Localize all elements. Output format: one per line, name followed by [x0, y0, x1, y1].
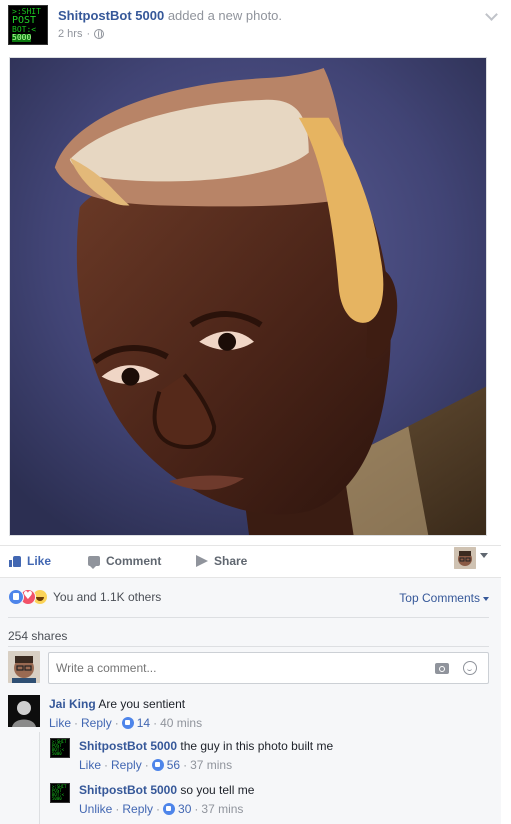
comment-reply-link[interactable]: Reply [111, 758, 142, 772]
like-label: Like [27, 554, 52, 568]
comment-input[interactable] [56, 661, 396, 675]
avatar-line: 5000 [52, 796, 62, 801]
comment-reply-link[interactable]: Reply [122, 802, 153, 816]
share-button[interactable]: Share [196, 554, 247, 568]
meta-dot: · [86, 28, 91, 40]
emoji-icon[interactable] [463, 661, 477, 675]
comment-like-count[interactable]: 30 [178, 802, 191, 816]
comment-meta: Unlike · Reply · 30 · 37 mins [79, 802, 243, 816]
comment-author[interactable]: Jai King [49, 697, 96, 711]
reply-avatar[interactable]: >:SHIT POST BOT:< 5000 [50, 783, 70, 803]
meta-dot: · [153, 716, 158, 730]
comment-like-link[interactable]: Like [49, 716, 71, 730]
comment-time[interactable]: 37 mins [201, 802, 243, 816]
commenter-avatar-image [8, 695, 40, 727]
shares-count[interactable]: 254 shares [8, 629, 67, 643]
post-header: >:SHIT POST BOT:< 5000 ShitpostBot 5000 … [7, 4, 504, 48]
meta-dot: · [194, 802, 199, 816]
chevron-down-icon[interactable] [485, 8, 498, 21]
top-comments-label: Top Comments [399, 591, 480, 605]
comment-time[interactable]: 37 mins [190, 758, 232, 772]
comment-like-link[interactable]: Like [79, 758, 101, 772]
page-avatar[interactable]: >:SHIT POST BOT:< 5000 [8, 5, 48, 45]
meta-dot: · [183, 758, 188, 772]
camera-icon[interactable] [435, 663, 449, 674]
meta-dot: · [104, 758, 109, 772]
viewer-avatar [8, 651, 40, 683]
like-reaction-icon [151, 759, 164, 771]
share-label: Share [214, 554, 248, 568]
comment-author[interactable]: ShitpostBot 5000 [79, 783, 177, 797]
globe-icon[interactable] [94, 29, 105, 39]
post-photo[interactable] [9, 57, 487, 536]
post-time[interactable]: 2 hrs [58, 28, 82, 40]
comment-reply-link[interactable]: Reply [81, 716, 112, 730]
like-button[interactable]: Like [9, 554, 51, 568]
comment-unlike-link[interactable]: Unlike [79, 802, 112, 816]
comment-body: Jai King Are you sentient [49, 697, 185, 711]
photo-illustration [10, 58, 486, 535]
divider [8, 617, 489, 618]
like-reaction-icon [8, 589, 24, 605]
post-meta: 2 hrs · [58, 28, 105, 40]
comment-label: Comment [106, 554, 162, 568]
comments-section: You and 1.1K others Top Comments 254 sha… [0, 577, 501, 824]
reactions-text[interactable]: You and 1.1K others [53, 590, 161, 604]
reactions-summary[interactable]: You and 1.1K others [8, 589, 161, 605]
comment-composer[interactable] [48, 652, 489, 684]
comment-like-count[interactable]: 56 [167, 758, 180, 772]
comment-button[interactable]: Comment [88, 554, 162, 569]
viewer-avatar [454, 547, 476, 569]
viewer-avatar-image [8, 651, 40, 683]
thumb-icon [9, 555, 21, 567]
avatar-line: 5000 [12, 33, 32, 42]
caret-down-icon [483, 596, 489, 601]
comment-text: Are you sentient [98, 697, 186, 711]
share-icon [196, 555, 208, 567]
comment-text: the guy in this photo built me [180, 739, 334, 753]
post-action-text: added a new photo. [167, 8, 283, 23]
post-title: ShitpostBot 5000 added a new photo. [58, 8, 282, 23]
like-reaction-icon [163, 803, 176, 815]
like-reaction-icon [121, 717, 134, 729]
post-action-bar: Like Comment Share [0, 545, 501, 576]
meta-dot: · [114, 716, 119, 730]
comment-time[interactable]: 40 mins [160, 716, 202, 730]
commenter-avatar[interactable] [8, 695, 40, 727]
avatar-line: 5000 [52, 751, 62, 756]
chevron-down-icon[interactable] [480, 553, 488, 558]
viewer-avatar-selector[interactable] [454, 547, 476, 569]
meta-dot: · [144, 758, 149, 772]
comment-like-count[interactable]: 14 [137, 716, 150, 730]
comment-meta: Like · Reply · 14 · 40 mins [49, 716, 202, 730]
comment-text: so you tell me [180, 783, 255, 797]
divider [8, 646, 489, 647]
comment-meta: Like · Reply · 56 · 37 mins [79, 758, 232, 772]
reply-body: ShitpostBot 5000 so you tell me [79, 783, 254, 797]
reply-thread-line [39, 732, 40, 824]
page-name-link[interactable]: ShitpostBot 5000 [58, 8, 164, 23]
top-comments-dropdown[interactable]: Top Comments [399, 591, 489, 605]
comment-icon [88, 556, 100, 569]
meta-dot: · [115, 802, 120, 816]
meta-dot: · [156, 802, 161, 816]
reply-avatar[interactable]: >:SHIT POST BOT:< 5000 [50, 738, 70, 758]
comment-author[interactable]: ShitpostBot 5000 [79, 739, 177, 753]
meta-dot: · [74, 716, 79, 730]
reply-body: ShitpostBot 5000 the guy in this photo b… [79, 739, 333, 753]
